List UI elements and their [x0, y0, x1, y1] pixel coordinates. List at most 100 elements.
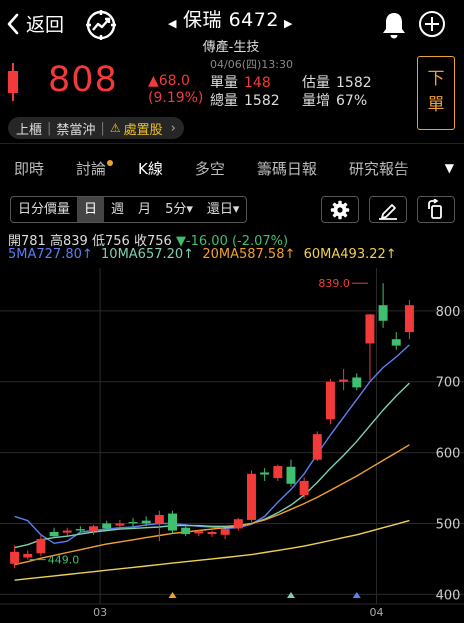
adjust-select[interactable]: 還日▾: [200, 197, 247, 222]
total-volume: 總量 1582: [210, 90, 280, 110]
candle-body: [391, 339, 401, 346]
candle-body: [10, 551, 20, 564]
settings-button[interactable]: [321, 196, 359, 223]
total-volume-value: 1582: [244, 93, 280, 109]
candle-body: [299, 480, 309, 496]
tab-kline[interactable]: K線: [138, 158, 163, 179]
tab-long-short[interactable]: 多空: [195, 158, 225, 179]
volume-increase-label: 量增: [302, 93, 330, 109]
rotate-icon: [428, 198, 442, 219]
y-tick-label: 600: [436, 447, 461, 462]
tab-discussion[interactable]: 討論: [76, 158, 114, 179]
candle-body: [352, 377, 362, 388]
period-toolbar: 日分價量 日 週 月 5分▾ 還日▾: [10, 196, 248, 223]
candle-body: [220, 529, 230, 535]
period-intraday[interactable]: 日分價量: [11, 197, 77, 222]
y-tick-label: 500: [436, 517, 461, 532]
stock-tags[interactable]: 上櫃 | 禁當沖 | ⚠ 處置股 ›: [8, 117, 184, 139]
change-value: ▲68.0: [148, 73, 190, 89]
pen-icon: [379, 203, 397, 220]
header: 返回 ◀ 保瑞 6472 傳產-生技 ▶: [0, 0, 464, 55]
order-button-label-2: 單: [427, 95, 445, 115]
y-tick-label: 700: [436, 376, 461, 391]
tab-realtime-label: 即時: [14, 159, 45, 178]
stock-trend-icon[interactable]: [84, 8, 118, 46]
mini-candle-icon: [8, 63, 18, 101]
candle-body: [168, 513, 177, 531]
kline-chart[interactable]: 400 500 600 700 800 03 04 839.0 449.0: [0, 268, 464, 623]
candle-body: [233, 519, 243, 529]
candle-body: [378, 305, 388, 321]
x-tick-label: 03: [93, 606, 107, 619]
candle-body: [286, 466, 296, 484]
rotate-button[interactable]: [417, 196, 455, 223]
single-volume: 單量 148: [210, 72, 271, 92]
period-minute-select[interactable]: 5分▾: [158, 197, 200, 222]
candle-body: [181, 527, 191, 535]
stock-name: 保瑞 6472: [183, 9, 279, 31]
tabs-fade: [398, 150, 432, 186]
current-price: 808: [48, 60, 118, 100]
order-button[interactable]: 下 單: [417, 56, 455, 130]
bell-icon[interactable]: [380, 10, 408, 44]
x-tick-label: 04: [370, 606, 384, 619]
signal-marker: [352, 592, 361, 598]
tab-kline-label: K線: [138, 159, 163, 178]
ma5-value: 5MA727.80↑: [8, 247, 93, 262]
period-week[interactable]: 週: [104, 197, 131, 222]
candle-body: [247, 473, 256, 520]
tag-disposal: 處置股: [123, 122, 163, 138]
back-label: 返回: [26, 14, 65, 36]
order-button-label-1: 下: [427, 69, 445, 89]
candle-body: [115, 523, 125, 526]
draw-button[interactable]: [369, 196, 407, 223]
notification-dot: [107, 159, 114, 166]
period-day[interactable]: 日: [77, 197, 105, 222]
ma20-line: [14, 444, 410, 566]
signal-marker: [168, 592, 177, 598]
chevron-left-icon: [7, 13, 19, 34]
candle-body: [62, 530, 72, 533]
volume-increase: 量增 67%: [302, 90, 367, 110]
ma20-value: 20MA587.58↑: [202, 247, 296, 262]
next-stock-button[interactable]: ▶: [284, 17, 292, 30]
tab-realtime[interactable]: 即時: [14, 158, 44, 179]
candle-body: [128, 522, 138, 524]
total-volume-label: 總量: [210, 93, 238, 109]
tab-bar: 即時 討論 K線 多空 籌碼日報 研究報告: [0, 150, 464, 186]
back-button[interactable]: 返回: [6, 10, 64, 37]
tag-no-daytrade: 禁當沖: [56, 122, 96, 138]
candle-body: [141, 520, 151, 524]
candle-body: [194, 531, 204, 534]
tag-otc: 上櫃: [16, 122, 43, 138]
tabs-dropdown-icon[interactable]: ▼: [445, 161, 454, 175]
single-volume-value: 148: [244, 75, 271, 91]
ma10-value: 10MA657.20↑: [101, 247, 195, 262]
ma-legend: 5MA727.80↑ 10MA657.20↑ 20MA587.58↑ 60MA4…: [8, 247, 397, 262]
price-change: ▲68.0 (9.19%): [148, 73, 203, 107]
plus-circle-icon[interactable]: [418, 10, 446, 42]
candle-body: [207, 531, 217, 535]
stock-industry: 傳產-生技: [202, 40, 260, 55]
period-month[interactable]: 月: [131, 197, 158, 222]
candle-body: [102, 523, 112, 529]
tab-chip-daily-label: 籌碼日報: [256, 159, 317, 178]
tab-discussion-label: 討論: [76, 159, 107, 178]
estimated-volume: 估量 1582: [302, 72, 372, 92]
y-tick-label: 800: [436, 305, 461, 320]
candle-body: [89, 526, 99, 532]
divider: [0, 143, 464, 144]
candle-body: [23, 553, 33, 558]
tab-chip-daily[interactable]: 籌碼日報: [257, 158, 317, 179]
quote-datetime: 04/06(四)13:30: [210, 58, 293, 71]
gear-icon: [330, 200, 350, 219]
candle-body: [312, 434, 322, 460]
candle-body: [49, 531, 59, 537]
change-percent: (9.19%): [148, 90, 204, 106]
tab-long-short-label: 多空: [194, 159, 225, 178]
warning-icon: ⚠: [109, 121, 121, 135]
candle-body: [339, 379, 349, 382]
y-tick-label: 400: [436, 588, 461, 603]
stock-title: 保瑞 6472 傳產-生技: [166, 5, 296, 55]
annotation-label: 839.0: [318, 277, 350, 290]
